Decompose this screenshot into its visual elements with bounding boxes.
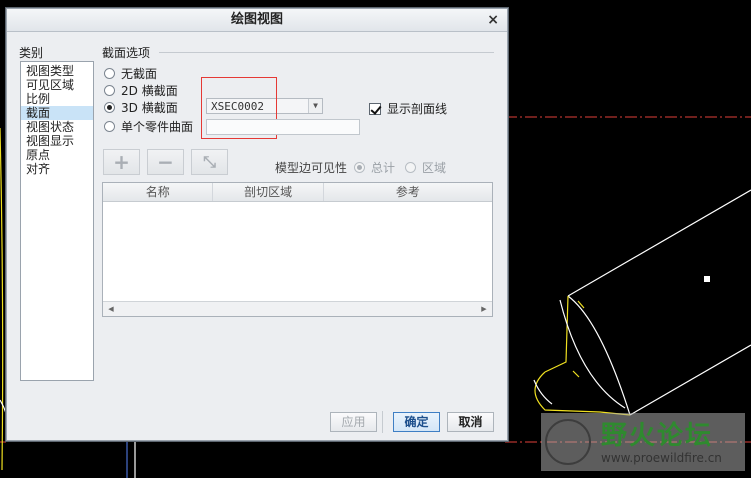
watermark-logo-icon	[545, 419, 591, 465]
dialog-titlebar[interactable]: 绘图视图 ×	[7, 9, 507, 32]
button-separator	[382, 411, 383, 433]
column-header-cut-area[interactable]: 剖切区域	[213, 183, 324, 201]
single-part-surface-input[interactable]	[206, 119, 360, 135]
radio-visibility-area[interactable]	[405, 162, 416, 173]
option-2d-section-label: 2D 横截面	[121, 83, 178, 98]
option-3d-section-label: 3D 横截面	[121, 100, 178, 115]
ok-button[interactable]: 确定	[393, 412, 440, 432]
category-view-type[interactable]: 视图类型	[21, 64, 93, 78]
category-view-states[interactable]: 视图状态	[21, 120, 93, 134]
table-header: 名称 剖切区域 参考	[103, 183, 492, 202]
show-hatch-checkbox[interactable]	[369, 102, 381, 115]
flip-section-button[interactable]: ⤡	[191, 149, 228, 175]
visibility-total-option[interactable]: 总计	[354, 159, 395, 176]
scroll-right-icon[interactable]: ▶	[478, 303, 490, 315]
section-options-label: 截面选项	[102, 46, 151, 60]
section-table[interactable]: 名称 剖切区域 参考 ◀ ▶	[102, 182, 493, 317]
category-scale[interactable]: 比例	[21, 92, 93, 106]
show-hatch-option[interactable]: 显示剖面线	[369, 100, 447, 117]
category-alignment[interactable]: 对齐	[21, 162, 93, 176]
column-header-name[interactable]: 名称	[103, 183, 214, 201]
scroll-left-icon[interactable]: ◀	[105, 303, 117, 315]
category-label: 类别	[19, 46, 44, 60]
category-view-display[interactable]: 视图显示	[21, 134, 93, 148]
remove-section-button[interactable]: −	[147, 149, 184, 175]
small-marker	[704, 276, 710, 282]
cancel-button[interactable]: 取消	[447, 412, 494, 432]
section-divider	[159, 52, 494, 53]
apply-button[interactable]: 应用	[330, 412, 377, 432]
option-single-part-surface-label: 单个零件曲面	[121, 119, 194, 134]
option-no-section-label: 无截面	[121, 66, 158, 81]
close-icon[interactable]: ×	[487, 9, 499, 31]
radio-no-section[interactable]	[104, 67, 115, 79]
add-section-button[interactable]: +	[103, 149, 140, 175]
column-header-reference[interactable]: 参考	[324, 183, 492, 201]
visibility-area-option[interactable]: 区域	[405, 159, 446, 176]
radio-visibility-total[interactable]	[354, 162, 365, 173]
visibility-area-label: 区域	[422, 161, 447, 175]
watermark-url: www.proewildfire.cn	[601, 451, 722, 465]
radio-single-part-surface[interactable]	[104, 120, 115, 132]
option-single-part-surface[interactable]: 单个零件曲面	[104, 117, 193, 135]
show-hatch-label: 显示剖面线	[387, 102, 448, 116]
category-sections[interactable]: 截面	[21, 106, 93, 120]
dialog-title: 绘图视图	[230, 12, 283, 27]
category-visible-area[interactable]: 可见区域	[21, 78, 93, 92]
table-horizontal-scrollbar[interactable]: ◀ ▶	[103, 301, 492, 316]
watermark: 野火论坛 www.proewildfire.cn	[541, 413, 745, 471]
model-edge-visibility-label: 模型边可见性	[275, 161, 348, 175]
radio-3d-section[interactable]	[104, 101, 115, 113]
category-origin[interactable]: 原点	[21, 148, 93, 162]
visibility-total-label: 总计	[371, 161, 396, 175]
option-2d-section[interactable]: 2D 横截面	[104, 81, 178, 99]
chevron-down-icon[interactable]: ▼	[308, 99, 322, 113]
watermark-title: 野火论坛	[601, 421, 714, 451]
option-no-section[interactable]: 无截面	[104, 64, 157, 82]
radio-2d-section[interactable]	[104, 84, 115, 96]
drawing-view-dialog: 绘图视图 × 类别 视图类型 可见区域 比例 截面 视图状态 视图显示 原点 对…	[6, 8, 508, 441]
category-list[interactable]: 视图类型 可见区域 比例 截面 视图状态 视图显示 原点 对齐	[20, 61, 94, 381]
option-3d-section[interactable]: 3D 横截面	[104, 98, 178, 116]
